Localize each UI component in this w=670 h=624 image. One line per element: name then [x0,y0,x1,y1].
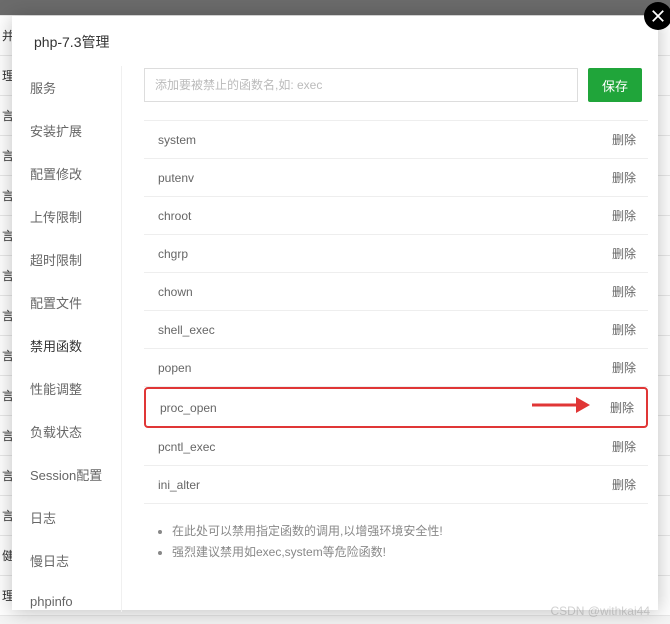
input-row: 保存 [144,66,648,120]
main-panel: 保存 system 删除 putenv 删除 chroot 删除 chgrp 删除 chown 删… [122,66,658,612]
function-name: pcntl_exec [158,440,215,454]
function-name: chroot [158,209,191,223]
sidebar-item-7[interactable]: 性能调整 [12,367,121,410]
save-button[interactable]: 保存 [588,68,642,102]
function-row: pcntl_exec 删除 [144,428,648,466]
function-row: chgrp 删除 [144,235,648,273]
function-name: shell_exec [158,323,215,337]
function-name: chown [158,285,193,299]
function-row: proc_open 删除 [144,387,648,428]
function-list[interactable]: system删除putenv删除chroot删除chgrp删除chown删除sh… [144,120,648,612]
delete-link[interactable]: 删除 [610,399,634,416]
dialog-body: 服务安装扩展配置修改上传限制超时限制配置文件禁用函数性能调整负载状态Sessio… [12,66,658,612]
delete-link[interactable]: 删除 [612,169,636,186]
close-icon [651,9,665,23]
php-manage-dialog: php-7.3管理 服务安装扩展配置修改上传限制超时限制配置文件禁用函数性能调整… [12,16,658,610]
function-name: popen [158,361,191,375]
sidebar-item-8[interactable]: 负载状态 [12,410,121,453]
function-row: putenv 删除 [144,159,648,197]
delete-link[interactable]: 删除 [612,131,636,148]
function-row: popen 删除 [144,349,648,387]
function-name: chgrp [158,247,188,261]
function-name: putenv [158,171,194,185]
function-name-input[interactable] [144,68,578,102]
sidebar-item-3[interactable]: 上传限制 [12,195,121,238]
sidebar-item-6[interactable]: 禁用函数 [12,324,121,367]
function-name: proc_open [160,401,217,415]
sidebar-item-10[interactable]: 日志 [12,496,121,539]
function-name: system [158,133,196,147]
delete-link[interactable]: 删除 [612,245,636,262]
delete-link[interactable]: 删除 [612,359,636,376]
delete-link[interactable]: 删除 [612,476,636,493]
bg-row [0,0,670,16]
sidebar-item-4[interactable]: 超时限制 [12,238,121,281]
tip-item: 强烈建议禁用如exec,system等危险函数! [172,543,648,560]
sidebar-item-9[interactable]: Session配置 [12,453,121,496]
sidebar-item-5[interactable]: 配置文件 [12,281,121,324]
sidebar-item-1[interactable]: 安装扩展 [12,109,121,152]
delete-link[interactable]: 删除 [612,321,636,338]
sidebar-item-12[interactable]: phpinfo [12,582,121,621]
delete-link[interactable]: 删除 [612,283,636,300]
function-row: chroot 删除 [144,197,648,235]
sidebar-item-11[interactable]: 慢日志 [12,539,121,582]
delete-link[interactable]: 删除 [612,207,636,224]
sidebar: 服务安装扩展配置修改上传限制超时限制配置文件禁用函数性能调整负载状态Sessio… [12,66,122,612]
function-row: ini_alter 删除 [144,466,648,504]
delete-link[interactable]: 删除 [612,438,636,455]
dialog-title: php-7.3管理 [12,16,658,66]
function-name: ini_alter [158,478,200,492]
sidebar-item-0[interactable]: 服务 [12,66,121,109]
close-button[interactable] [644,2,670,30]
function-row: shell_exec 删除 [144,311,648,349]
tip-item: 在此处可以禁用指定函数的调用,以增强环境安全性! [172,522,648,539]
function-row: chown 删除 [144,273,648,311]
tips-list: 在此处可以禁用指定函数的调用,以增强环境安全性! 强烈建议禁用如exec,syst… [144,504,648,560]
sidebar-item-2[interactable]: 配置修改 [12,152,121,195]
function-row: system 删除 [144,121,648,159]
